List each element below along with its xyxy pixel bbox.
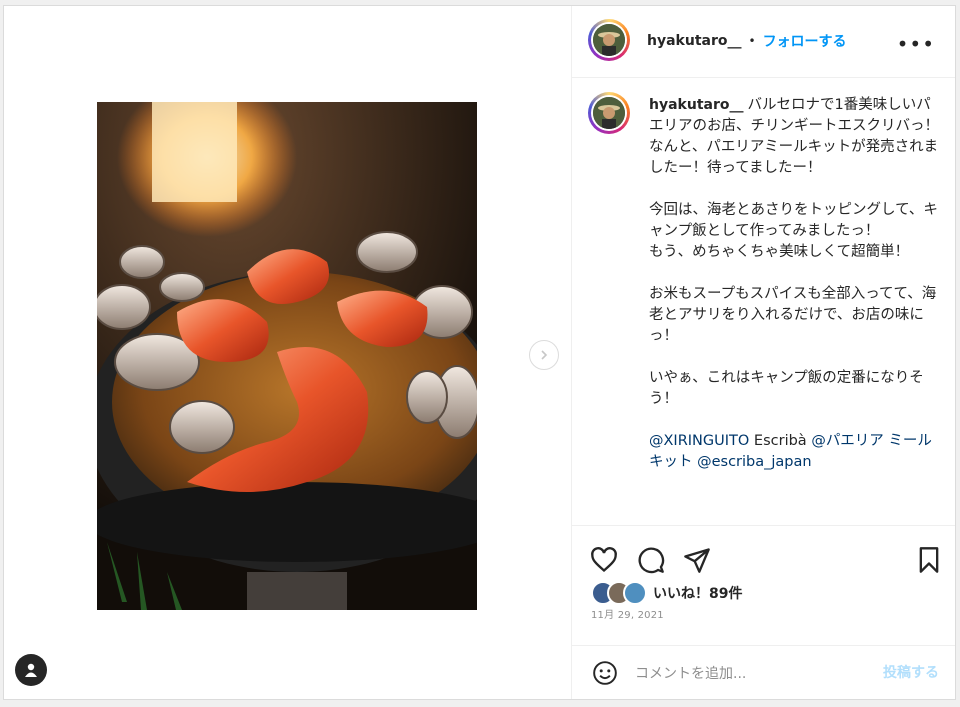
comment-button[interactable] [637, 546, 665, 574]
comment-bar: コメントを追加... 投稿する [571, 645, 955, 700]
more-options-icon[interactable]: ••• [897, 32, 935, 56]
follow-button[interactable]: フォローする [763, 31, 847, 51]
mention-link[interactable]: @XIRINGUITO [649, 433, 749, 449]
paper-plane-icon [684, 548, 710, 573]
avatar[interactable] [588, 19, 630, 61]
post-sidebar: hyakutaro__ • フォローする ••• hyakutaro__ バルセロ… [571, 6, 955, 699]
user-icon [25, 663, 37, 677]
heart-icon [591, 547, 617, 573]
mention-link[interactable]: @escriba_japan [693, 454, 812, 470]
comments-area[interactable]: hyakutaro__ バルセロナで1番美味しいパエリアのお店、チリンギートエスク… [571, 78, 955, 525]
liker-avatar [623, 581, 647, 605]
like-button[interactable] [590, 546, 618, 574]
caption-avatar[interactable] [588, 92, 630, 134]
bookmark-icon [919, 547, 939, 573]
post-header: hyakutaro__ • フォローする ••• [571, 6, 955, 78]
share-button[interactable] [683, 546, 711, 574]
save-button[interactable] [915, 546, 943, 574]
post-comment-button[interactable]: 投稿する [883, 662, 939, 682]
emoji-button[interactable] [592, 660, 618, 686]
comment-icon [638, 547, 665, 574]
post-dialog: hyakutaro__ • フォローする ••• hyakutaro__ バルセロ… [3, 5, 956, 700]
action-bar: いいね！89件 11月 29, 2021 [571, 525, 955, 646]
emoji-icon [593, 661, 617, 685]
post-photo[interactable] [97, 102, 477, 610]
separator-dot: • [748, 34, 756, 48]
caption-username[interactable]: hyakutaro__ [649, 97, 743, 113]
tagged-users-button[interactable] [15, 654, 47, 686]
caption-text: バルセロナで1番美味しいパエリアのお店、チリンギートエスクリバっ！ なんと、パエ… [649, 97, 939, 407]
comment-input[interactable]: コメントを追加... [635, 663, 746, 683]
header-username[interactable]: hyakutaro__ [647, 33, 741, 49]
post-date[interactable]: 11月 29, 2021 [591, 606, 664, 621]
caption-text-mid: Escribà [749, 433, 812, 449]
media-panel [4, 6, 572, 699]
likes-count[interactable]: いいね！89件 [653, 583, 742, 603]
chevron-right-icon [541, 350, 548, 360]
likes-row[interactable]: いいね！89件 [591, 580, 742, 606]
next-media-button[interactable] [529, 340, 559, 370]
post-caption: hyakutaro__ バルセロナで1番美味しいパエリアのお店、チリンギートエスク… [649, 95, 939, 473]
